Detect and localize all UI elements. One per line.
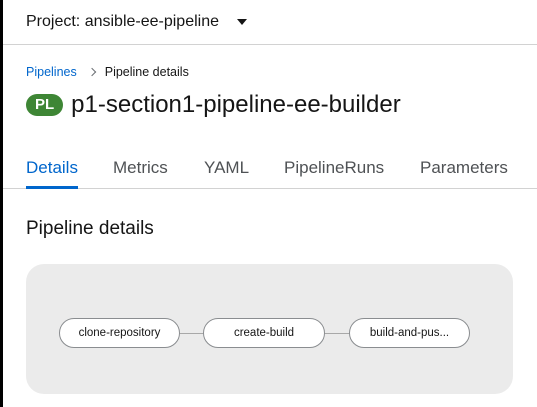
project-selector[interactable]: Project: ansible-ee-pipeline	[3, 13, 247, 31]
project-label: Project: ansible-ee-pipeline	[26, 13, 219, 30]
pipeline-graph: clone-repository create-build build-and-…	[26, 264, 513, 394]
project-bar: Project: ansible-ee-pipeline	[3, 0, 537, 45]
breadcrumb-pipelines-link[interactable]: Pipelines	[26, 65, 77, 79]
page-header: PL p1-section1-pipeline-ee-builder	[26, 91, 401, 119]
resource-badge: PL	[26, 94, 64, 116]
caret-down-icon	[237, 19, 247, 25]
tab-metrics[interactable]: Metrics	[113, 147, 168, 188]
tab-details[interactable]: Details	[26, 147, 78, 189]
pipeline-edge	[324, 333, 350, 334]
task-create-build[interactable]: create-build	[203, 318, 325, 348]
breadcrumb: Pipelines Pipeline details	[26, 65, 189, 79]
task-clone-repository[interactable]: clone-repository	[59, 318, 180, 348]
pipeline-edge	[179, 333, 204, 334]
tab-bar: Details Metrics YAML PipelineRuns Parame…	[3, 147, 537, 189]
tab-yaml[interactable]: YAML	[204, 147, 249, 188]
chevron-right-icon	[87, 67, 96, 77]
pipeline-details-page: Project: ansible-ee-pipeline Pipelines P…	[3, 0, 537, 407]
tab-parameters[interactable]: Parameters	[420, 147, 508, 188]
section-title: Pipeline details	[26, 218, 154, 239]
tab-pipelineruns[interactable]: PipelineRuns	[284, 147, 384, 188]
task-build-and-push[interactable]: build-and-pus...	[349, 318, 470, 348]
page-title: p1-section1-pipeline-ee-builder	[71, 91, 401, 118]
breadcrumb-current: Pipeline details	[104, 65, 189, 79]
